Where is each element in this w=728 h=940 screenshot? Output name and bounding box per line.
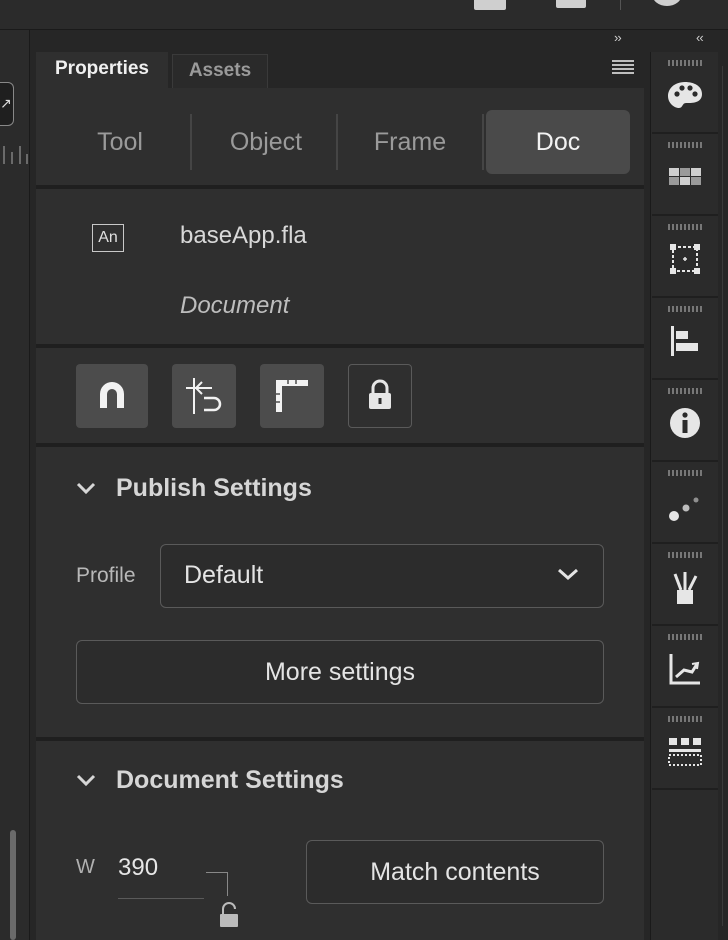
drag-grip[interactable] xyxy=(668,306,702,312)
section-divider xyxy=(36,443,644,447)
align-icon xyxy=(671,326,698,356)
top-toolbar xyxy=(0,0,728,30)
drag-grip[interactable] xyxy=(668,634,702,640)
drag-grip[interactable] xyxy=(668,224,702,230)
dimension-link-bracket xyxy=(206,872,228,896)
snap-magnet-icon xyxy=(100,382,124,408)
chevron-down-icon[interactable] xyxy=(76,772,96,788)
info-icon xyxy=(670,408,700,438)
dock-item-motion-presets[interactable] xyxy=(652,464,718,544)
profile-selected-value: Default xyxy=(184,561,264,589)
brush-library-icon xyxy=(673,572,698,604)
segment-object[interactable]: Object xyxy=(196,110,336,174)
motion-editor-icon xyxy=(669,654,700,685)
expand-dock-button[interactable]: ‹‹ xyxy=(696,30,704,45)
section-divider xyxy=(36,185,644,189)
ruler-strip xyxy=(3,146,28,164)
ruler-icon xyxy=(276,380,308,412)
dock-item-info[interactable] xyxy=(652,382,718,462)
segment-frame[interactable]: Frame xyxy=(340,110,480,174)
color-palette-icon xyxy=(668,82,702,108)
animate-document-icon: An xyxy=(92,224,124,252)
toolbar-divider xyxy=(620,0,621,10)
chevron-down-icon[interactable] xyxy=(76,480,96,496)
document-type-label: Document xyxy=(180,292,290,319)
edit-guides-icon xyxy=(186,378,222,414)
vertical-scrollbar[interactable] xyxy=(10,830,16,940)
dock-item-motion-editor[interactable] xyxy=(652,628,718,708)
tab-properties[interactable]: Properties xyxy=(36,52,168,88)
unlock-icon[interactable] xyxy=(218,900,240,930)
lock-icon xyxy=(369,379,391,409)
drag-grip[interactable] xyxy=(668,470,702,476)
tab-assets[interactable]: Assets xyxy=(172,54,268,88)
width-input[interactable]: 390 xyxy=(118,854,158,882)
rulers-toggle-button[interactable] xyxy=(260,364,324,428)
section-divider xyxy=(36,737,644,741)
dock-item-brush-library[interactable] xyxy=(652,546,718,626)
dock-item-swatches[interactable] xyxy=(652,136,718,216)
selection-tool-button[interactable]: ↗ xyxy=(0,82,14,126)
segment-divider xyxy=(190,114,192,170)
drag-grip[interactable] xyxy=(668,388,702,394)
components-icon xyxy=(668,738,702,766)
panel-collapse-bar xyxy=(36,30,644,52)
drag-grip[interactable] xyxy=(668,60,702,66)
dock-item-color[interactable] xyxy=(652,54,718,134)
chevron-down-icon xyxy=(558,568,578,581)
more-settings-button[interactable]: More settings xyxy=(76,640,604,704)
drag-grip[interactable] xyxy=(668,716,702,722)
publish-settings-header[interactable]: Publish Settings xyxy=(116,474,312,503)
guides-toggle-button[interactable] xyxy=(172,364,236,428)
top-toolbar-button[interactable] xyxy=(556,0,586,8)
drag-grip[interactable] xyxy=(668,552,702,558)
match-contents-button[interactable]: Match contents xyxy=(306,840,604,904)
swatches-icon xyxy=(669,168,701,185)
profile-label: Profile xyxy=(76,564,136,587)
segment-doc[interactable]: Doc xyxy=(486,110,630,174)
snap-toggle-button[interactable] xyxy=(76,364,148,428)
arrow-icon: ↗ xyxy=(0,95,12,111)
hamburger-menu-icon[interactable] xyxy=(612,60,634,78)
lock-guides-button[interactable] xyxy=(348,364,412,428)
dock-item-transform[interactable] xyxy=(652,218,718,298)
collapse-panel-button[interactable]: ›› xyxy=(614,30,622,45)
transform-icon xyxy=(670,244,700,274)
section-divider xyxy=(36,344,644,348)
dock-item-align[interactable] xyxy=(652,300,718,380)
top-toolbar-button[interactable] xyxy=(474,0,506,10)
segment-divider xyxy=(336,114,338,170)
property-mode-selector: Tool Object Frame Doc xyxy=(56,110,632,174)
width-label: W xyxy=(76,856,95,878)
width-input-underline xyxy=(118,898,204,899)
segment-divider xyxy=(482,114,484,170)
segment-tool[interactable]: Tool xyxy=(56,110,184,174)
dock-edge-line xyxy=(722,66,728,926)
document-settings-header[interactable]: Document Settings xyxy=(116,766,344,795)
document-file-name: baseApp.fla xyxy=(180,222,307,249)
motion-presets-icon xyxy=(669,497,699,521)
drag-grip[interactable] xyxy=(668,142,702,148)
dock-item-components[interactable] xyxy=(652,710,718,790)
